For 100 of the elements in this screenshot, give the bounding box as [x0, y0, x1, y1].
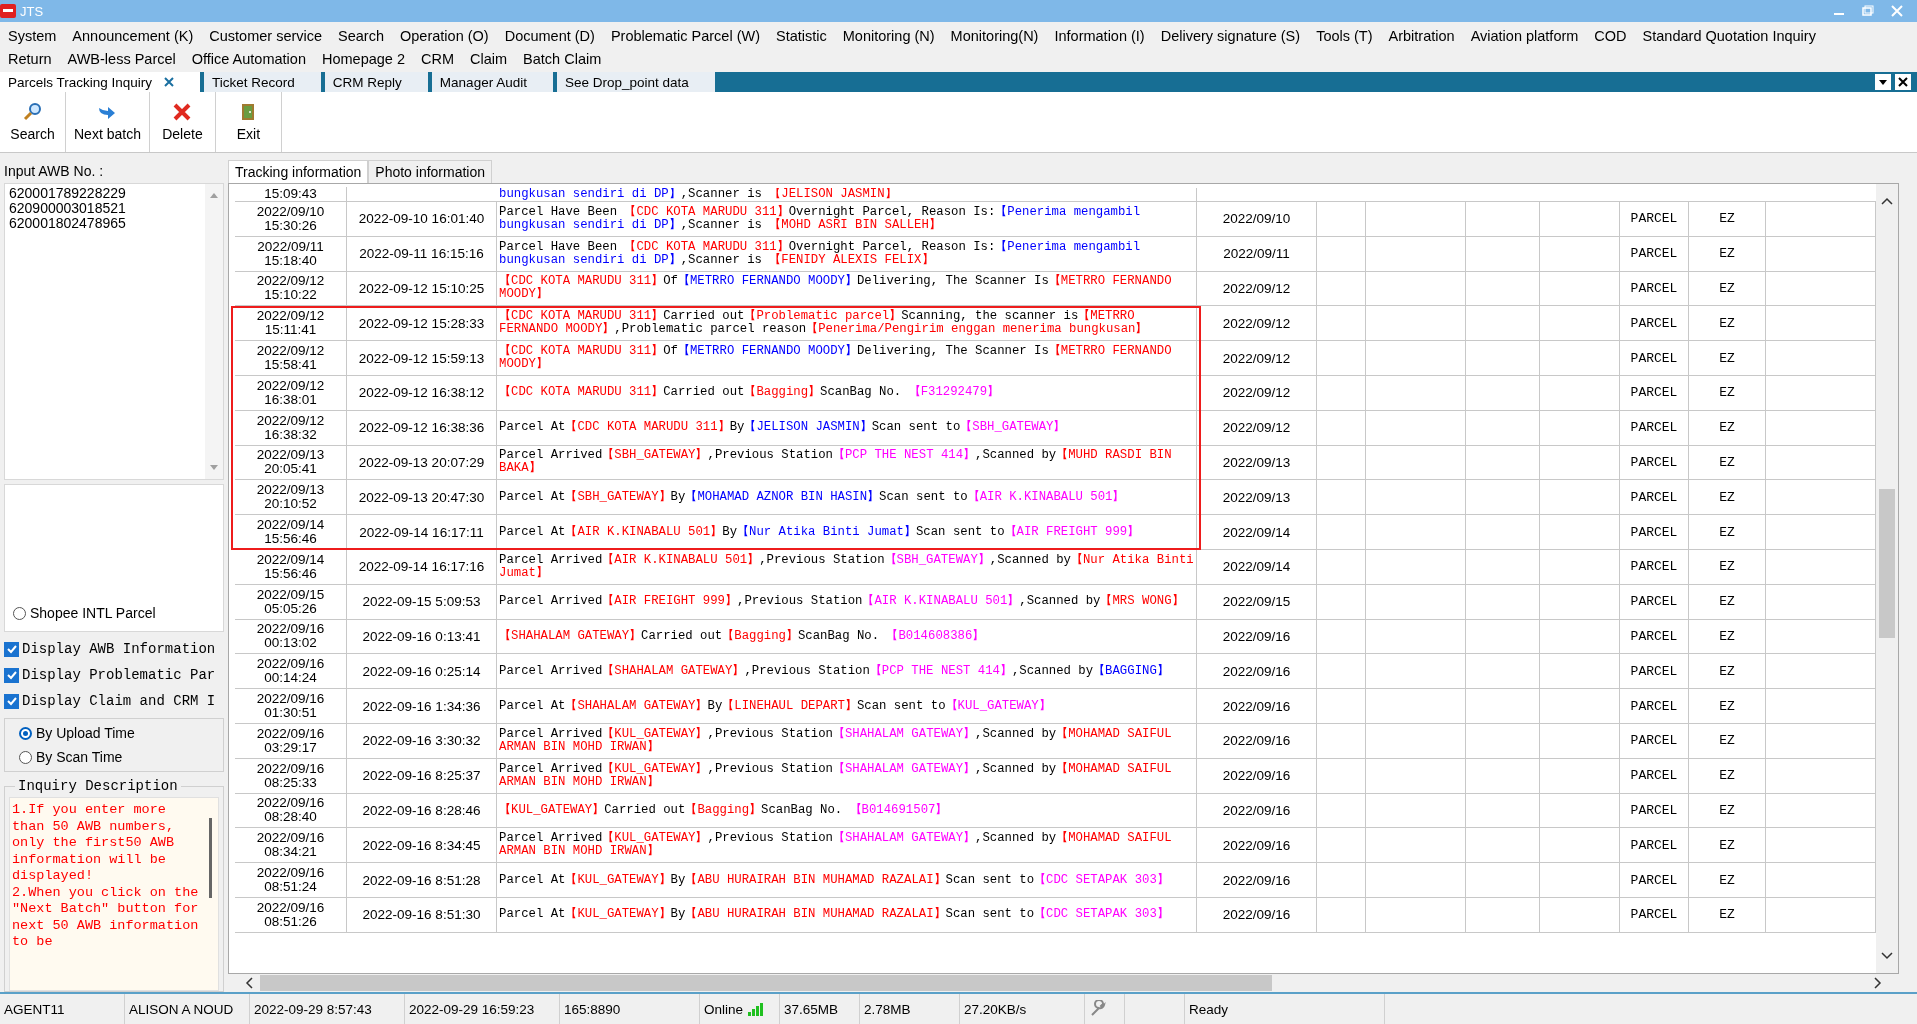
scrollbar-thumb[interactable]: [260, 975, 1273, 991]
menu-item[interactable]: Search: [330, 27, 392, 44]
table-cell: 2022/09/15: [1197, 584, 1317, 620]
table-cell: 2022/09/10 15:30:26: [235, 202, 347, 237]
awb-number: 620900003018521: [9, 201, 127, 216]
scrollbar-thumb[interactable]: [1879, 489, 1895, 639]
table-cell: Parcel Arrived【AIR K.KINABALU 501】,Previous Station【SBH_GATEWAY】,Scanned by【Nur Atika Binti Jumat】: [497, 549, 1197, 585]
table-cell: 2022/09/16: [1197, 723, 1317, 759]
table-cell: [1317, 689, 1366, 724]
menu-item[interactable]: Office Automation: [183, 50, 314, 67]
menu-item[interactable]: Operation (O): [392, 27, 497, 44]
tab[interactable]: Parcels Tracking Inquiry: [0, 72, 201, 92]
scrollbar[interactable]: [205, 184, 223, 479]
menu-item[interactable]: Statistic: [768, 27, 835, 44]
table-cell: 【CDC KOTA MARUDU 311】Of【METRRO FERNANDO MOODY】Delivering, The Scanner Is【METRRO FERNANDO MOODY】: [497, 341, 1197, 376]
menu-item[interactable]: Homepage 2: [313, 50, 413, 67]
tab[interactable]: CRM Reply: [324, 72, 428, 92]
tab[interactable]: Photo information: [368, 160, 493, 183]
table-cell: PARCEL: [1620, 376, 1689, 411]
close-icon[interactable]: [1895, 74, 1911, 90]
table-cell: 2022-09-16 8:25:37: [347, 758, 497, 794]
table-cell: PARCEL: [1620, 549, 1689, 585]
table-cell: Parcel Arrived【AIR FREIGHT 999】,Previous Station【AIR K.KINABALU 501】,Scanned by【MRS WONG】: [497, 584, 1197, 620]
radio-button[interactable]: [13, 606, 26, 620]
table-cell: [1317, 376, 1366, 411]
menu-item[interactable]: Customer service: [201, 27, 331, 44]
menu-item[interactable]: Problematic Parcel (W): [602, 27, 768, 44]
menu-item[interactable]: System: [0, 27, 65, 44]
table-cell: 2022-09-12 16:38:36: [347, 410, 497, 446]
menu-item[interactable]: Standard Quotation Inquiry: [1634, 27, 1824, 44]
description-text: 1.If you enter more than 50 AWB numbers, only the first50 AWB information will be displayed!: [12, 802, 176, 885]
table-cell: 2022/09/10: [1197, 202, 1317, 237]
table-cell: Parcel Arrived【KUL_GATEWAY】,Previous Station【SHAHALAM GATEWAY】,Scanned by【MOHAMAD SAIFUL ARMAN BIN MOHD IRWAN】: [497, 758, 1197, 794]
menu-item[interactable]: Document (D): [496, 27, 603, 44]
table-cell: PARCEL: [1620, 758, 1689, 794]
table-cell: 2022-09-16 8:28:46: [347, 793, 497, 829]
table-cell: [1317, 445, 1366, 481]
status-text: ALISON A NOUD: [129, 1001, 234, 1017]
table-cell: 2022/09/12: [1197, 341, 1317, 376]
menu-item[interactable]: Monitoring(N): [942, 27, 1047, 44]
table-cell: 2022-09-12 16:38:12: [347, 376, 497, 411]
menu-item[interactable]: Monitoring (N): [834, 27, 943, 44]
chevron-right-icon: [1873, 976, 1883, 990]
table-cell: EZ: [1689, 897, 1766, 933]
menu-item[interactable]: Information (I): [1046, 27, 1153, 44]
table-cell: 2022/09/12: [1197, 410, 1317, 446]
menu-item[interactable]: Tools (T): [1308, 27, 1381, 44]
scrollbar[interactable]: [1876, 184, 1898, 973]
menu-item[interactable]: Return: [0, 50, 60, 67]
table-cell: Parcel At【SHAHALAM GATEWAY】By【LINEHAUL DEPART】Scan sent to【KUL_GATEWAY】: [497, 689, 1197, 724]
menu-item[interactable]: Arbitration: [1380, 27, 1463, 44]
menu-item[interactable]: AWB-less Parcel: [59, 50, 184, 67]
table-cell: 2022/09/12 16:38:32: [235, 410, 347, 446]
table-cell: 2022/09/11: [1197, 236, 1317, 272]
radio-button[interactable]: [19, 750, 32, 764]
table-cell: Parcel Arrived【KUL_GATEWAY】,Previous Station【SHAHALAM GATEWAY】,Scanned by【MOHAMAD SAIFUL ARMAN BIN MOHD IRWAN】: [497, 723, 1197, 759]
option-label: Display Problematic Par: [22, 667, 216, 683]
tab[interactable]: Manager Audit: [431, 72, 553, 92]
window-title: JTS: [20, 3, 44, 19]
table-cell: 2022/09/14 15:56:46: [235, 515, 347, 550]
table-cell: 2022/09/16 08:28:40: [235, 793, 347, 829]
checkbox[interactable]: [4, 693, 19, 709]
tab[interactable]: See Drop_point data: [556, 72, 715, 92]
table-cell: Parcel At【CDC KOTA MARUDU 311】By【JELISON JASMIN】Scan sent to【SBH_GATEWAY】: [497, 410, 1197, 446]
menu-item[interactable]: Aviation platform: [1462, 27, 1587, 44]
magnifier-icon: [21, 102, 44, 122]
dropdown-icon[interactable]: [1875, 74, 1891, 90]
menu-item[interactable]: Announcement (K): [64, 27, 202, 44]
table-cell: PARCEL: [1620, 654, 1689, 690]
table-cell: 2022/09/14 15:56:46: [235, 549, 347, 585]
table-cell: 2022-09-11 16:15:16: [347, 236, 497, 272]
tab[interactable]: Ticket Record: [204, 72, 321, 92]
table-cell: 2022/09/12 15:10:22: [235, 271, 347, 307]
table-cell: EZ: [1689, 271, 1766, 307]
table-cell: [1317, 723, 1366, 759]
table-cell: 2022/09/16 08:51:24: [235, 863, 347, 898]
radio-button[interactable]: [19, 726, 32, 740]
menu-item[interactable]: CRM: [413, 50, 462, 67]
tab[interactable]: Tracking information: [228, 160, 369, 183]
table-cell: EZ: [1689, 236, 1766, 272]
table-cell: 2022/09/16 08:34:21: [235, 828, 347, 864]
checkbox[interactable]: [4, 667, 19, 683]
table-cell: [1317, 341, 1366, 376]
menu-item[interactable]: COD: [1586, 27, 1635, 44]
table-cell: 【CDC KOTA MARUDU 311】Of【METRRO FERNANDO MOODY】Delivering, The Scanner Is【METRRO FERNANDO MOODY】: [497, 271, 1197, 307]
status-text: 2022-09-29 16:59:23: [409, 1001, 535, 1017]
menu-item[interactable]: Batch Claim: [515, 50, 610, 67]
table-cell: PARCEL: [1620, 515, 1689, 550]
status-text: 37.65MB: [784, 1001, 839, 1017]
awb-input-field[interactable]: 620001789228229 620900003018521 620001802478965: [4, 183, 224, 480]
table-cell: PARCEL: [1620, 306, 1689, 342]
menu-item[interactable]: Claim: [462, 50, 516, 67]
checkbox[interactable]: [4, 641, 19, 657]
menu-item[interactable]: Delivery signature (S): [1152, 27, 1309, 44]
table-cell: PARCEL: [1620, 863, 1689, 898]
table-cell: EZ: [1689, 341, 1766, 376]
scrollbar-thumb[interactable]: [209, 818, 212, 898]
status-text: 165:8890: [564, 1001, 621, 1017]
table-cell: 2022/09/13 20:10:52: [235, 480, 347, 516]
option-label: By Upload Time: [36, 725, 135, 741]
